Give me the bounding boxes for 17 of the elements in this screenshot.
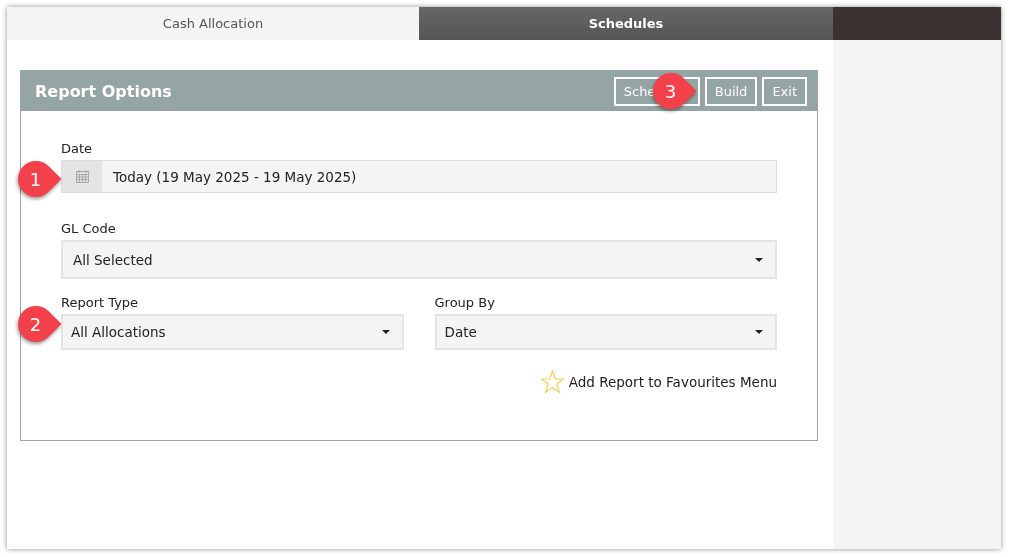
field-label: GL Code (61, 221, 117, 236)
caret-icon (755, 330, 763, 334)
tab[interactable]: Schedules (419, 7, 833, 40)
tab[interactable]: Cash Allocation (7, 7, 419, 40)
dropdown[interactable]: All Allocations (61, 314, 404, 350)
caret-icon (755, 257, 763, 262)
panel-title: Report Options (35, 81, 172, 101)
dropdown[interactable]: Date (434, 314, 777, 350)
caret-icon (381, 330, 390, 334)
favourites-link[interactable]: Add Report to Favourites Menu (568, 374, 777, 390)
star-icon[interactable] (539, 370, 565, 394)
field-label: Report Type (61, 295, 140, 310)
calendar-icon (75, 170, 89, 183)
field-label: Date (61, 141, 94, 156)
date-field[interactable]: Today (19 May 2025 - 19 May 2025) (61, 160, 777, 193)
field-label: Group By (434, 295, 496, 310)
dropdown[interactable]: All Selected (61, 240, 777, 279)
